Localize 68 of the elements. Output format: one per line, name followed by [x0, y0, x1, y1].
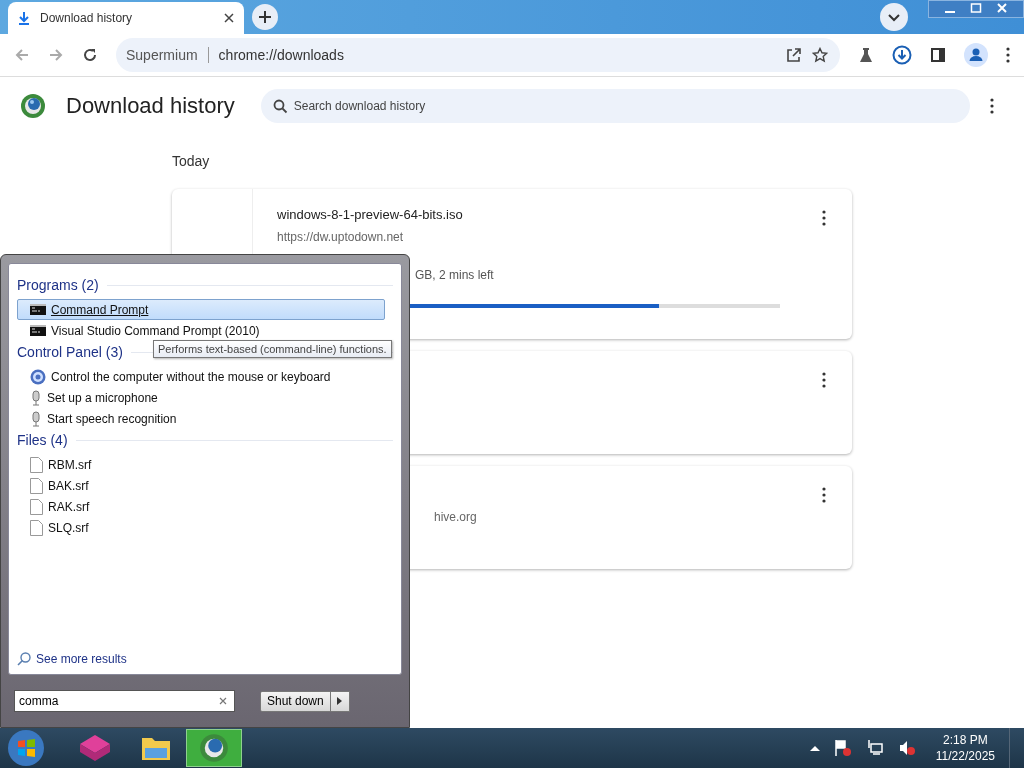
search-result[interactable]: Command Prompt [17, 299, 385, 320]
group-heading: Programs (2) [17, 277, 99, 293]
search-icon [272, 99, 288, 114]
source-url[interactable]: hive.org [434, 510, 828, 524]
see-more-results-link[interactable]: See more results [17, 652, 393, 666]
search-result[interactable]: Set up a microphone [17, 387, 385, 408]
more-options-icon[interactable] [822, 372, 826, 388]
download-icon[interactable] [892, 45, 912, 65]
search-result[interactable]: Visual Studio Command Prompt (2010) [17, 320, 385, 341]
download-status: GB, 2 mins left [415, 268, 495, 282]
star-icon[interactable] [812, 47, 828, 63]
globe-logo-icon [199, 733, 229, 763]
microphone-icon [30, 410, 42, 427]
group-heading: Control Panel (3) [17, 344, 123, 360]
search-result[interactable]: Control the computer without the mouse or keyboard [17, 366, 385, 387]
globe-logo-icon [20, 93, 46, 119]
side-panel-icon[interactable] [930, 47, 946, 63]
reload-icon[interactable] [82, 47, 98, 63]
source-url[interactable]: https://dw.uptodown.net [277, 230, 828, 244]
page-title: Download history [66, 93, 235, 119]
search-field[interactable]: Search download history [260, 89, 970, 123]
shut-down-button[interactable]: Shut down [260, 690, 331, 712]
caret-right-icon [337, 697, 343, 705]
close-icon[interactable] [996, 1, 1008, 15]
console-icon [30, 304, 46, 315]
flag-warning-icon[interactable] [833, 739, 852, 757]
restore-icon[interactable] [970, 1, 982, 15]
accessibility-icon [30, 368, 46, 385]
group-heading: Files (4) [17, 432, 68, 448]
caret-up-icon[interactable] [809, 745, 820, 751]
clock[interactable]: 2:18 PM 11/22/2025 [935, 732, 995, 764]
search-icon [17, 652, 31, 666]
tooltip: Performs text-based (command-line) functions. [153, 340, 392, 358]
window-controls[interactable] [928, 0, 1024, 18]
chevron-down-icon[interactable] [880, 3, 908, 31]
network-icon[interactable] [865, 739, 884, 757]
file-icon [30, 519, 43, 536]
search-field[interactable]: comma [14, 690, 235, 712]
address-bar[interactable]: Supermium chrome://downloads [116, 38, 840, 72]
browser-tab[interactable]: Download history [8, 2, 244, 34]
more-options-icon[interactable] [990, 98, 994, 114]
more-options-icon[interactable] [822, 487, 826, 503]
more-options-icon[interactable] [822, 210, 826, 226]
date-heading: Today [172, 153, 211, 169]
file-name[interactable]: windows-8-1-preview-64-bits.iso [277, 207, 828, 222]
speaker-muted-icon[interactable] [897, 739, 916, 757]
browser-taskbar-button[interactable] [186, 729, 242, 767]
flask-icon[interactable] [858, 47, 874, 63]
search-result[interactable]: Start speech recognition [17, 408, 385, 429]
new-tab-icon[interactable] [252, 4, 278, 30]
file-icon [30, 456, 43, 473]
search-result[interactable]: RBM.srf [17, 454, 385, 475]
search-result[interactable]: SLQ.srf [17, 517, 385, 538]
file-icon [30, 498, 43, 515]
menu-icon[interactable] [1006, 47, 1010, 63]
cube-app-icon[interactable] [78, 733, 112, 763]
clear-icon[interactable] [219, 697, 227, 705]
close-icon[interactable] [224, 13, 234, 23]
search-result[interactable]: BAK.srf [17, 475, 385, 496]
microphone-icon [30, 389, 42, 406]
share-icon[interactable] [786, 47, 802, 63]
search-result[interactable]: RAK.srf [17, 496, 385, 517]
download-icon [18, 11, 30, 25]
shut-down-options-button[interactable] [330, 690, 350, 712]
start-orb-icon[interactable] [6, 728, 46, 768]
console-icon [30, 325, 46, 336]
profile-icon[interactable] [964, 43, 988, 67]
file-icon [30, 477, 43, 494]
